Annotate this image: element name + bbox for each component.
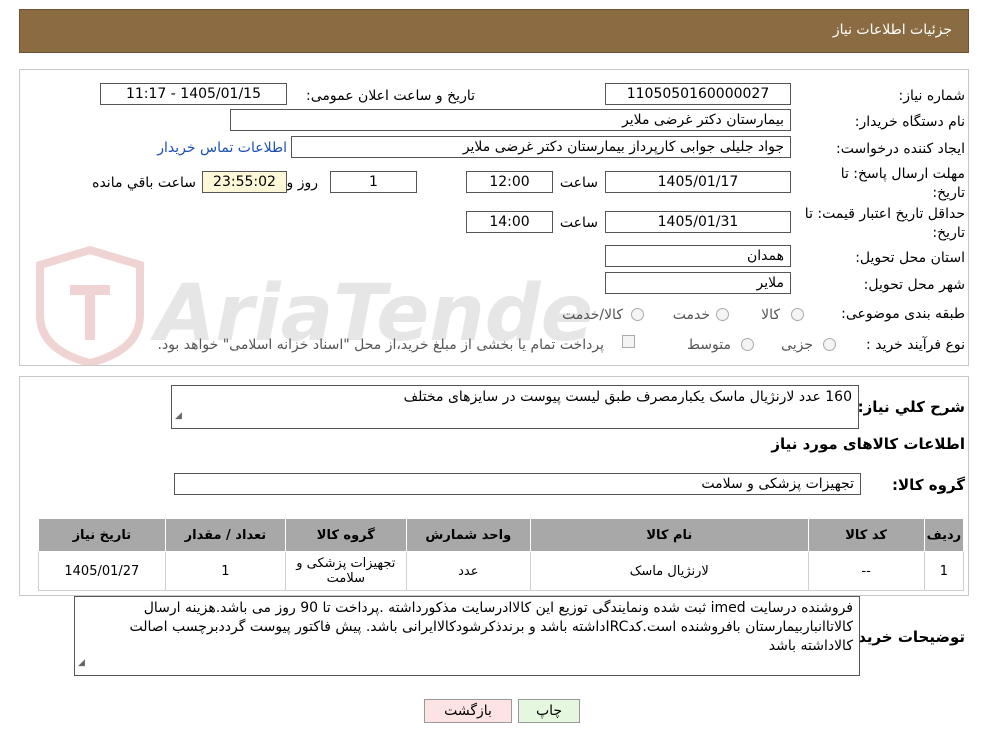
announce-datetime-field: 1405/01/15 - 11:17 xyxy=(100,83,287,105)
requester-label: ایجاد کننده درخواست: xyxy=(836,141,965,157)
price-validity-label-2: تاریخ: xyxy=(932,225,965,241)
page-title: جزئیات اطلاعات نیاز xyxy=(832,22,952,38)
col-row-header: ردیف xyxy=(923,518,965,552)
treasury-payment-checkbox[interactable] xyxy=(622,335,635,348)
city-field: ملایر xyxy=(605,272,791,294)
category-radio-goods-service[interactable] xyxy=(631,308,644,321)
province-label: استان محل تحویل: xyxy=(855,250,965,266)
reply-time-label: ساعت xyxy=(559,175,598,191)
reply-deadline-label: مهلت ارسال پاسخ: تا xyxy=(840,166,965,182)
col-code-header: کد کالا xyxy=(807,518,925,552)
col-group-header: گروه کالا xyxy=(285,518,407,552)
col-name-header: نام کالا xyxy=(530,518,809,552)
announce-datetime-label: تاریخ و ساعت اعلان عمومی: xyxy=(306,88,475,104)
need-number-field: 1105050160000027 xyxy=(605,83,791,105)
table-row: 1 -- لارنژیال ماسک عدد تجهیزات پزشکی و س… xyxy=(38,551,965,591)
reply-days-label: روز و xyxy=(286,175,319,191)
process-radio-minor[interactable] xyxy=(823,338,836,351)
process-type-label: نوع فرآیند خرید : xyxy=(866,337,965,353)
table-header-row: ردیف کد کالا نام کالا واحد شمارش گروه کا… xyxy=(38,518,965,552)
cell-row: 1 xyxy=(923,551,965,591)
price-validity-label: حداقل تاریخ اعتبار قیمت: تا xyxy=(804,206,965,222)
category-radio-service[interactable] xyxy=(716,308,729,321)
back-button[interactable]: بازگشت xyxy=(424,699,512,723)
cell-unit: عدد xyxy=(405,551,532,591)
page-header: جزئیات اطلاعات نیاز xyxy=(19,9,969,53)
goods-info-title: اطلاعات کالاهای مورد نیاز xyxy=(771,435,965,453)
col-qty-header: تعداد / مقدار xyxy=(164,518,287,552)
buyer-org-field: بیمارستان دکتر غرضی ملایر xyxy=(230,109,791,131)
need-number-label: شماره نیاز: xyxy=(898,88,966,104)
category-option-service: خدمت xyxy=(672,307,710,323)
process-option-medium: متوسط xyxy=(687,337,731,353)
remaining-time-label: ساعت باقي مانده xyxy=(92,175,196,191)
cell-date: 1405/01/27 xyxy=(38,551,166,591)
resize-grip-icon[interactable]: ◢ xyxy=(175,407,182,426)
category-radio-goods[interactable] xyxy=(791,308,804,321)
reply-date-field: 1405/01/17 xyxy=(605,171,791,193)
remaining-time-field: 23:55:02 xyxy=(202,171,287,193)
price-validity-time-label: ساعت xyxy=(559,215,598,231)
province-field: همدان xyxy=(605,245,791,267)
category-option-goods: کالا xyxy=(761,307,780,323)
goods-group-label: گروه کالا: xyxy=(892,476,965,494)
cell-code: -- xyxy=(807,551,925,591)
col-unit-header: واحد شمارش xyxy=(405,518,532,552)
reply-days-field: 1 xyxy=(330,171,417,193)
treasury-payment-note: پرداخت تمام یا بخشی از مبلغ خرید،از محل … xyxy=(157,337,604,353)
items-table: ردیف کد کالا نام کالا واحد شمارش گروه کا… xyxy=(38,518,965,591)
cell-name: لارنژیال ماسک xyxy=(530,551,809,591)
summary-field: 160 عدد لارنژیال ماسک یکبارمصرف طبق لیست… xyxy=(171,385,859,429)
col-date-header: تاریخ نیاز xyxy=(38,518,166,552)
summary-text: 160 عدد لارنژیال ماسک یکبارمصرف طبق لیست… xyxy=(403,389,852,405)
print-button[interactable]: چاپ xyxy=(518,699,580,723)
goods-group-field: تجهیزات پزشکی و سلامت xyxy=(174,473,861,495)
price-validity-date-field: 1405/01/31 xyxy=(605,211,791,233)
reply-deadline-label-2: تاریخ: xyxy=(932,185,965,201)
buyer-contact-link[interactable]: اطلاعات تماس خریدار xyxy=(157,140,287,156)
price-validity-time-field: 14:00 xyxy=(466,211,553,233)
summary-label: شرح کلي نياز: xyxy=(857,398,965,416)
cell-qty: 1 xyxy=(164,551,287,591)
process-radio-medium[interactable] xyxy=(741,338,754,351)
category-option-goods-service: کالا/خدمت xyxy=(562,307,623,323)
buyer-org-label: نام دستگاه خریدار: xyxy=(854,114,965,130)
cell-group: تجهیزات پزشکی و سلامت xyxy=(285,551,407,591)
resize-grip-icon[interactable]: ◢ xyxy=(78,654,85,673)
process-option-minor: جزیی xyxy=(781,337,813,353)
requester-field: جواد جلیلی جوابی کارپرداز بیمارستان دکتر… xyxy=(291,136,791,158)
category-label: طبقه بندی موضوعی: xyxy=(841,306,965,322)
city-label: شهر محل تحویل: xyxy=(863,277,965,293)
reply-time-field: 12:00 xyxy=(466,171,553,193)
buyer-notes-text: فروشنده درسایت imed ثبت شده ونمایندگی تو… xyxy=(129,600,853,654)
buyer-notes-field: فروشنده درسایت imed ثبت شده ونمایندگی تو… xyxy=(74,596,860,676)
